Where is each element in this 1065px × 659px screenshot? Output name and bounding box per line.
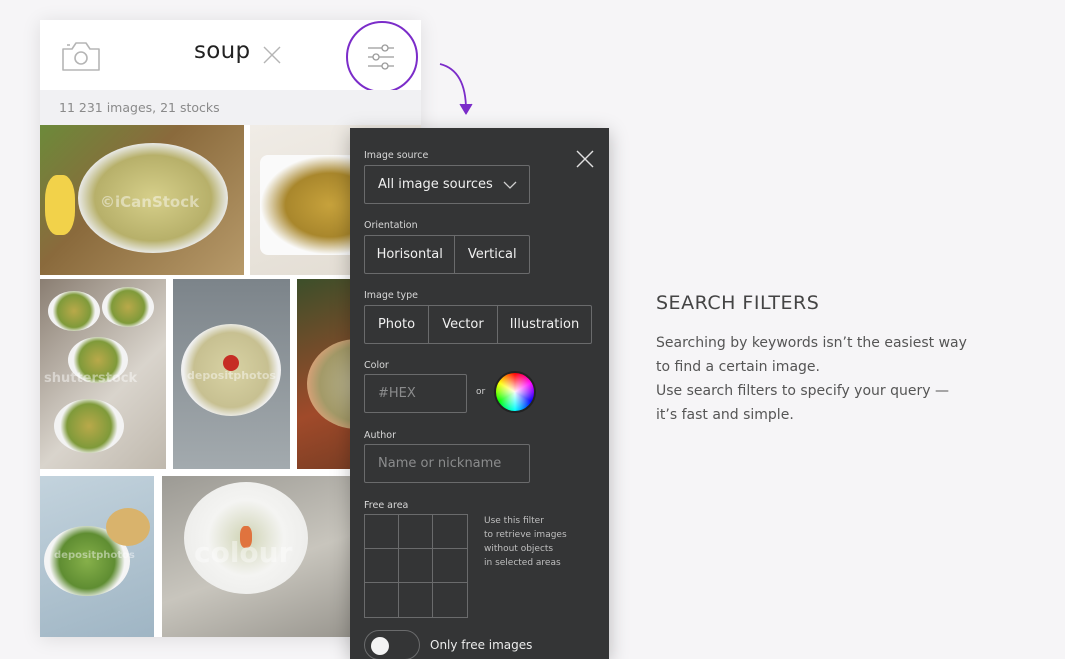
result-count-bar: 11 231 images, 21 stocks [40,90,421,125]
chevron-down-icon [503,181,517,189]
camera-icon[interactable] [60,40,102,72]
free-area-cell[interactable] [433,583,467,617]
toggle-knob [371,637,389,655]
result-thumbnail[interactable]: depositphotos [40,476,154,637]
result-thumbnail[interactable]: shutterstock [40,279,166,469]
orientation-vertical-option[interactable]: Vertical [455,236,529,273]
author-placeholder: Name or nickname [378,456,502,471]
free-area-cell[interactable] [365,515,399,549]
hint-line: Use this filter [484,516,544,526]
bowl-shape [54,399,124,453]
orientation-segmented: Horisontal Vertical [364,235,530,274]
author-input[interactable]: Name or nickname [364,444,530,483]
author-label: Author [364,430,396,441]
egg-shape [45,175,75,235]
free-area-cell[interactable] [433,515,467,549]
color-hex-placeholder: #HEX [378,386,416,401]
search-query-text[interactable]: soup [194,38,250,64]
free-area-cell[interactable] [365,549,399,583]
image-type-illustration-option[interactable]: Illustration [498,306,591,343]
free-area-label: Free area [364,500,409,511]
free-area-cell[interactable] [399,583,433,617]
color-hex-input[interactable]: #HEX [364,374,467,413]
watermark: colour [194,536,293,569]
hint-line: to retrieve images [484,530,567,540]
color-or-label: or [476,387,486,397]
watermark: shutterstock [44,371,138,386]
feature-heading: SEARCH FILTERS [656,292,820,314]
free-area-cell[interactable] [433,549,467,583]
close-icon[interactable] [262,45,282,65]
color-wheel-icon[interactable] [494,371,536,413]
search-filter-panel: Image source All image sources Orientati… [350,128,609,659]
orientation-horisontal-option[interactable]: Horisontal [365,236,456,273]
orientation-label: Orientation [364,220,418,231]
watermark: depositphotos [187,369,276,382]
close-icon[interactable] [576,150,594,168]
result-thumbnail[interactable]: ©iCanStock [40,125,244,275]
bread-shape [106,508,150,546]
description-line: Searching by keywords isn’t the easiest … [656,335,967,351]
free-area-cell[interactable] [365,583,399,617]
image-source-value: All image sources [378,177,493,192]
hint-line: in selected areas [484,558,561,568]
image-type-photo-option[interactable]: Photo [365,306,429,343]
image-source-label: Image source [364,150,429,161]
result-thumbnail[interactable]: depositphotos [173,279,290,469]
free-area-cell[interactable] [399,515,433,549]
watermark: ©iCanStock [100,193,200,211]
bowl-shape [48,291,100,331]
only-free-label: Only free images [430,638,533,652]
image-type-label: Image type [364,290,418,301]
description-line: it’s fast and simple. [656,407,794,423]
result-count: 11 231 images, 21 stocks [59,100,220,115]
curved-arrow-icon [439,63,473,115]
free-area-cell[interactable] [399,549,433,583]
image-source-select[interactable]: All image sources [364,165,530,204]
filter-sliders-icon[interactable] [366,44,396,70]
color-label: Color [364,360,389,371]
description-line: Use search filters to specify your query… [656,383,949,399]
image-type-segmented: Photo Vector Illustration [364,305,592,344]
hint-line: without objects [484,544,554,554]
feature-description: Searching by keywords isn’t the easiest … [656,331,976,427]
image-type-vector-option[interactable]: Vector [429,306,498,343]
free-area-hint: Use this filter to retrieve images witho… [484,514,594,570]
watermark: depositphotos [54,550,135,561]
description-line: to find a certain image. [656,359,820,375]
free-area-grid [364,514,468,618]
bowl-shape [102,287,154,327]
only-free-toggle[interactable] [364,630,420,659]
